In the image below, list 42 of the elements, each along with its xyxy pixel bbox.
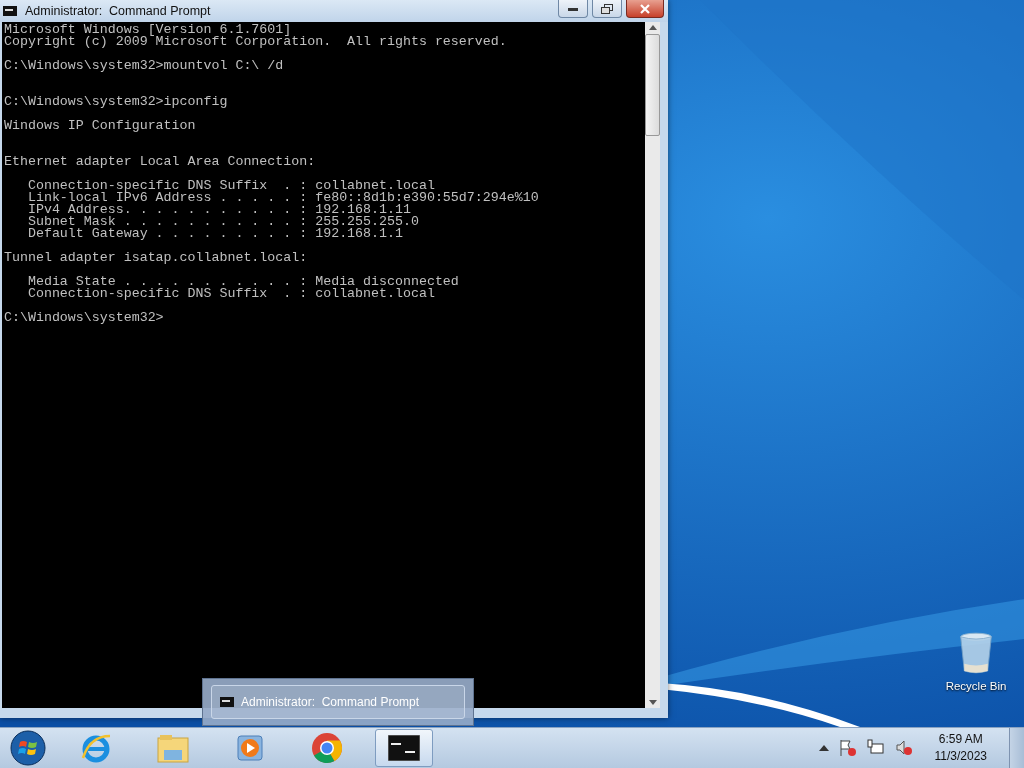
- desktop-icon-label[interactable]: Recycle Bin: [945, 680, 1007, 692]
- network-icon[interactable]: [866, 739, 885, 757]
- show-hidden-icons-icon[interactable]: [818, 745, 829, 751]
- scroll-thumb[interactable]: [645, 34, 660, 136]
- cmd-taskbar-button[interactable]: [375, 729, 433, 767]
- close-button[interactable]: [626, 0, 664, 18]
- close-icon: [640, 3, 650, 14]
- browser-e-icon: [80, 732, 112, 764]
- scroll-down-icon[interactable]: [648, 700, 657, 705]
- console-line: Windows IP Configuration: [4, 118, 196, 133]
- folder-icon: [156, 732, 190, 764]
- console-line: Subnet Mask . . . . . . . . . . . : 255.255.255.0: [26, 214, 419, 229]
- console-line: Default Gateway . . . . . . . . . : 192.168.1.1: [26, 226, 403, 241]
- media-player-icon: [235, 733, 265, 763]
- console-line: IPv4 Address. . . . . . . . . . . : 192.168.1.11: [26, 202, 411, 217]
- console-line: Microsoft Windows [Version 6.1.7601]: [4, 22, 292, 37]
- recycle-bin-icon[interactable]: [958, 630, 994, 676]
- start-button[interactable]: [8, 728, 48, 768]
- console-line: Link-local IPv6 Address . . . . . : fe80::8d1b:e390:55d7:294e%10: [26, 190, 539, 205]
- console-line: C:\Windows\system32>: [4, 310, 164, 325]
- window-title: Administrator: Command Prompt: [25, 4, 212, 18]
- console-line: Ethernet adapter Local Area Connection:: [4, 154, 316, 169]
- console-line: C:\Windows\system32>ipconfig: [4, 94, 228, 109]
- minimize-button[interactable]: [558, 0, 588, 18]
- console-icon: [388, 735, 420, 761]
- scroll-up-icon[interactable]: [648, 25, 657, 30]
- flag-error-icon[interactable]: [838, 739, 857, 757]
- console-line: C:\Windows\system32>mountvol C:\ /d: [4, 58, 284, 73]
- console-line: Connection-specific DNS Suffix . : collabnet.local: [26, 178, 435, 193]
- browser-ball-icon: [310, 731, 344, 765]
- maximize-button[interactable]: [592, 0, 622, 18]
- minimize-icon: [568, 6, 578, 11]
- console-icon: [3, 6, 17, 16]
- console-line: Media State . . . . . . . . . . . : Media disconnected: [26, 274, 459, 289]
- clock[interactable]: 6:59 AM 11/3/2023: [928, 731, 993, 765]
- start-orb-icon: [10, 730, 46, 766]
- console-line: Tunnel adapter isatap.collabnet.local:: [4, 250, 308, 265]
- speaker-muted-icon[interactable]: [894, 739, 913, 757]
- restore-icon: [601, 3, 613, 14]
- scrollbar[interactable]: [645, 22, 660, 708]
- console-icon: [220, 697, 234, 707]
- console-line: Connection-specific DNS Suffix . : collabnet.local: [26, 286, 435, 301]
